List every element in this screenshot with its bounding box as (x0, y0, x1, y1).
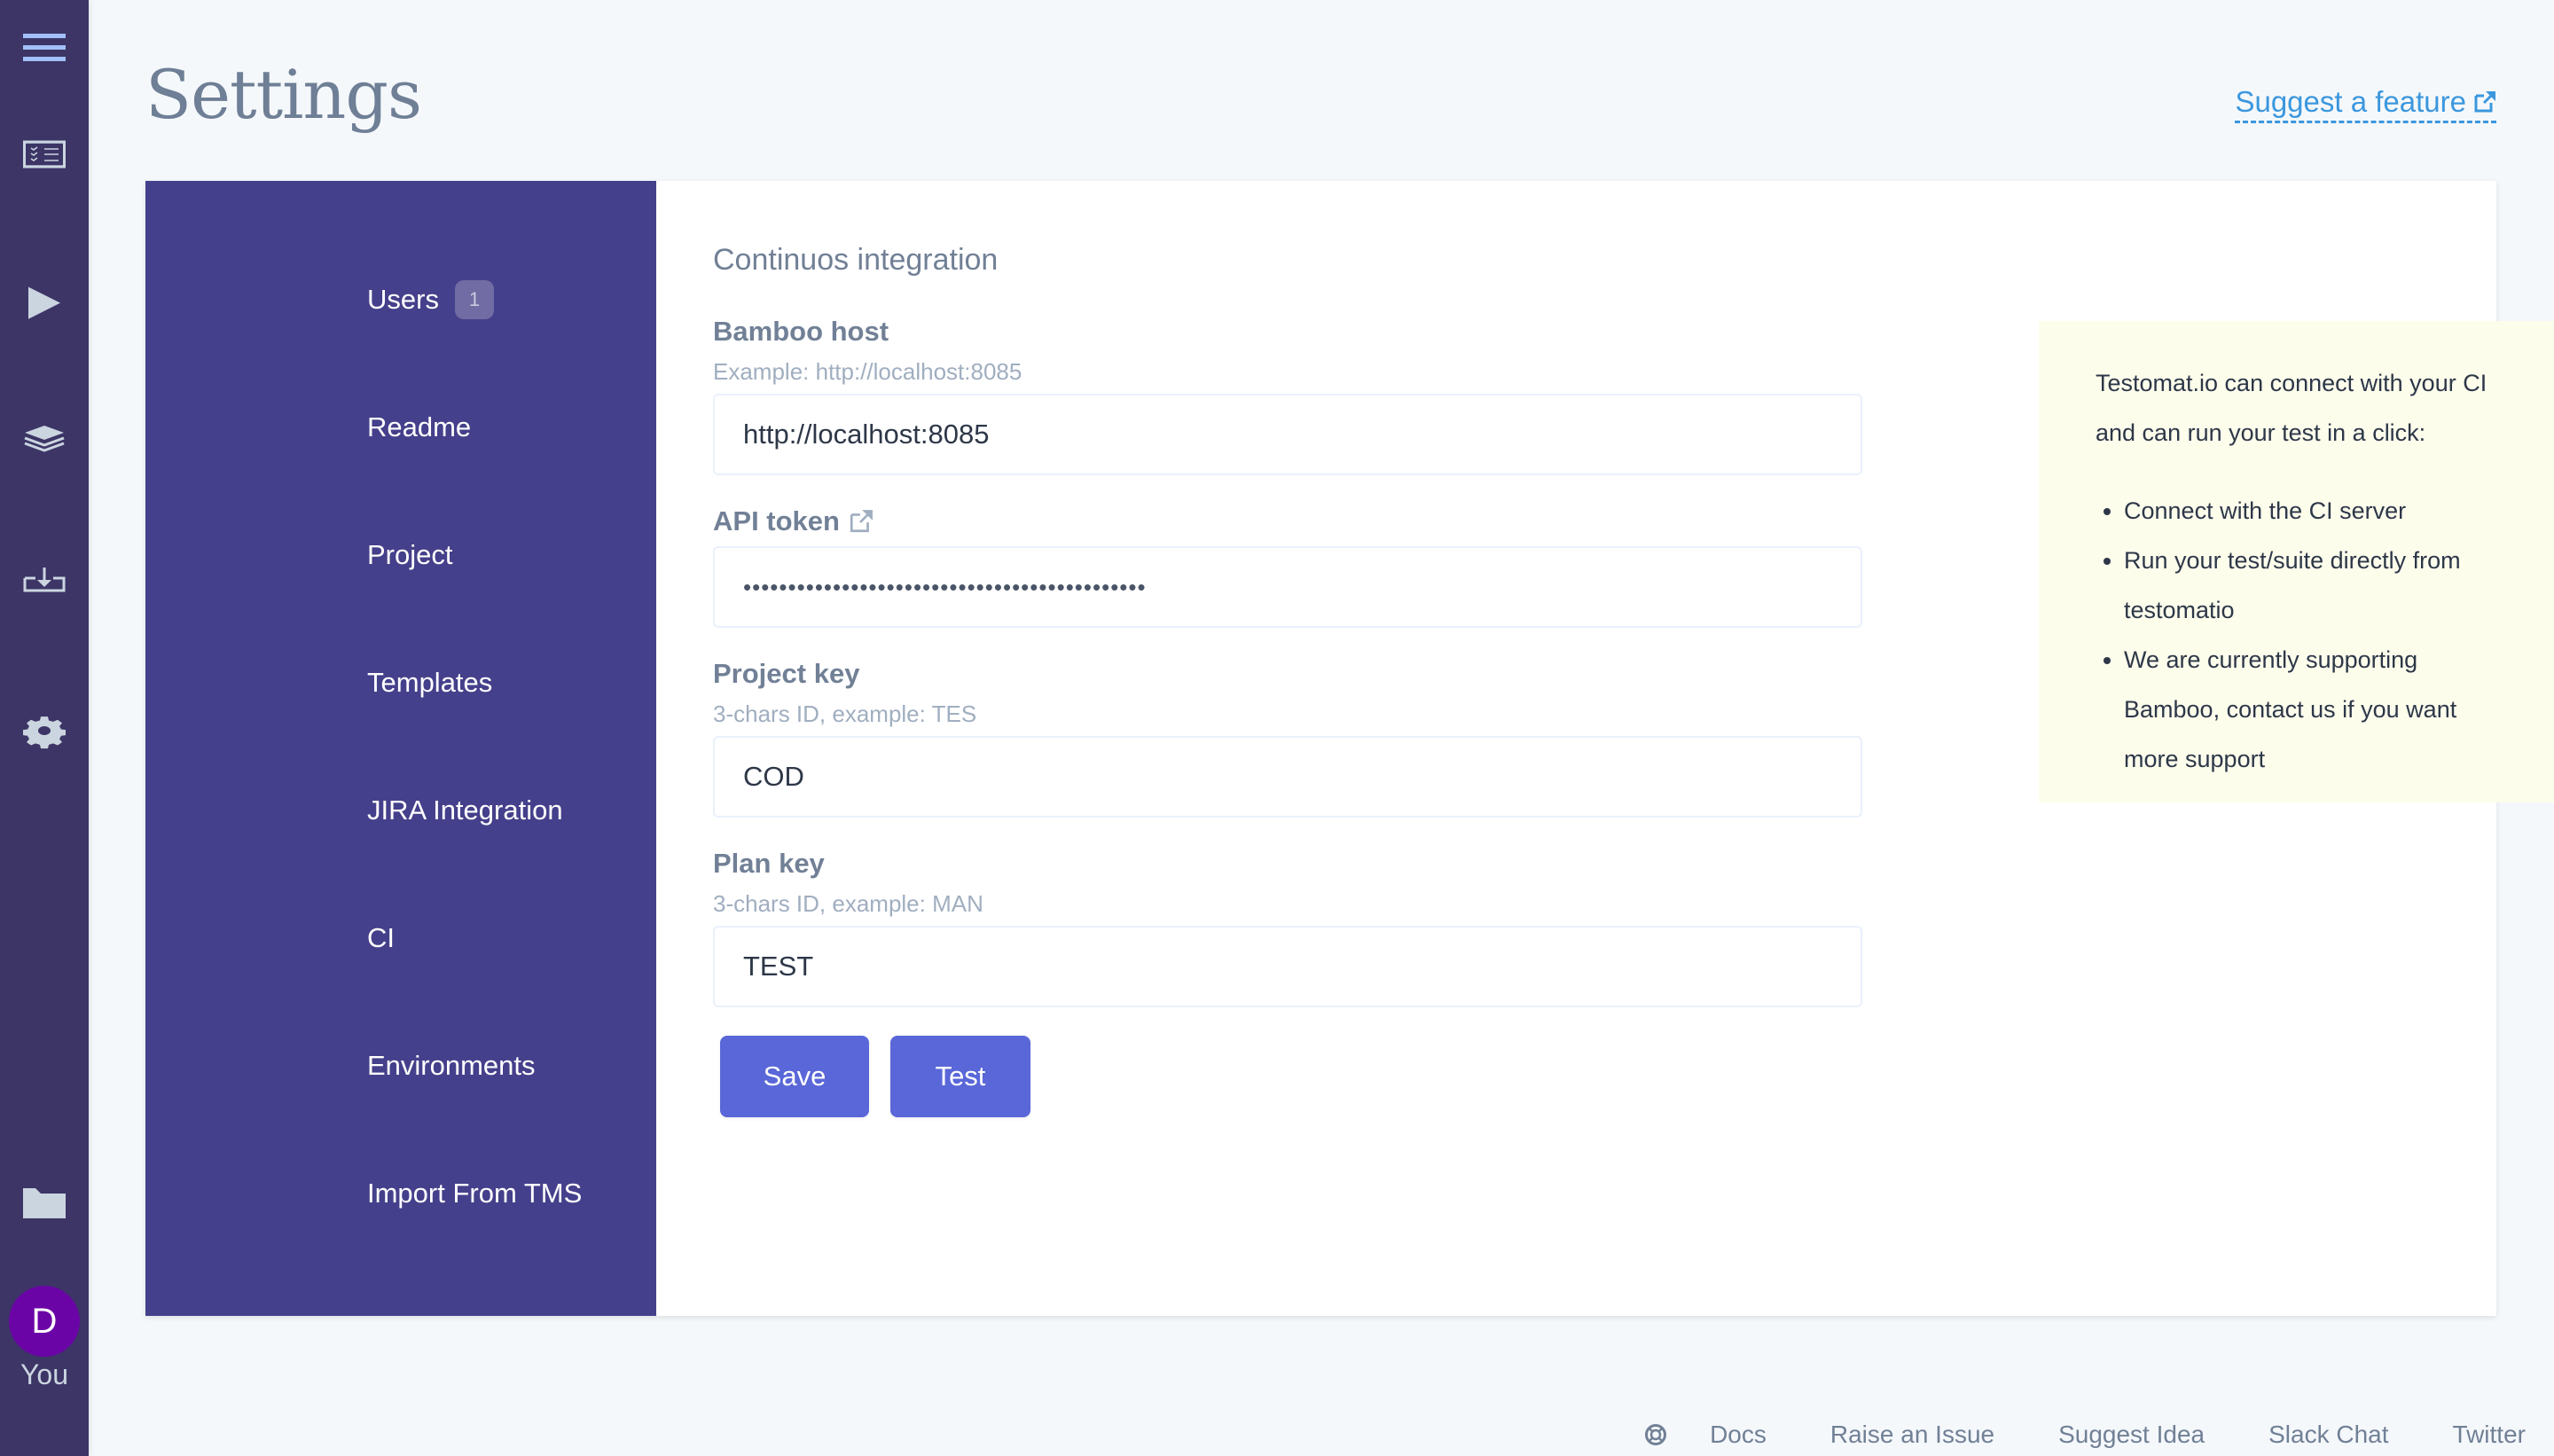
menu-icon[interactable] (23, 30, 66, 73)
runs-play-icon[interactable] (23, 282, 66, 325)
api-token-label: API token (713, 505, 874, 537)
footer-link-twitter[interactable]: Twitter (2453, 1421, 2526, 1449)
bamboo-host-input[interactable] (713, 394, 1862, 475)
avatar[interactable]: D (9, 1286, 80, 1357)
info-bullet: We are currently supporting Bamboo, cont… (2124, 635, 2498, 784)
nav-item-jira-integration[interactable]: JIRA Integration (367, 784, 563, 837)
nav-item-users[interactable]: Users 1 (367, 273, 494, 326)
settings-panel: Users 1 Readme Project Templates JIRA In… (145, 181, 2554, 1316)
section-title: Continuos integration (713, 243, 999, 277)
external-link-icon[interactable] (849, 509, 874, 534)
gear-icon[interactable] (23, 709, 66, 752)
field-label-text: Project key (713, 658, 860, 689)
nav-item-import-from-tms[interactable]: Import From TMS (367, 1167, 582, 1220)
plan-key-hint: 3-chars ID, example: MAN (713, 890, 983, 917)
external-link-icon (2474, 91, 2495, 113)
nav-item-label: JIRA Integration (367, 795, 563, 826)
footer-link-raise-issue[interactable]: Raise an Issue (1830, 1421, 1994, 1449)
nav-item-templates[interactable]: Templates (367, 656, 492, 709)
avatar-initial: D (31, 1301, 58, 1341)
nav-item-environments[interactable]: Environments (367, 1039, 536, 1092)
field-label-text: API token (713, 505, 840, 536)
ci-info-box: Testomat.io can connect with your CI and… (2039, 321, 2554, 802)
api-token-input[interactable] (713, 546, 1862, 628)
ci-settings-form: Continuos integration Bamboo host Exampl… (713, 181, 2554, 1316)
info-bullet: Run your test/suite directly from testom… (2124, 536, 2498, 635)
avatar-label: You (20, 1358, 68, 1390)
field-label-text: Bamboo host (713, 316, 889, 347)
bamboo-host-hint: Example: http://localhost:8085 (713, 358, 1022, 385)
nav-item-label: Templates (367, 667, 493, 698)
page-title: Settings (145, 55, 422, 134)
folder-icon[interactable] (23, 1183, 66, 1225)
nav-item-project[interactable]: Project (367, 528, 452, 582)
info-bullets: Connect with the CI server Run your test… (2096, 486, 2498, 784)
info-intro: Testomat.io can connect with your CI and… (2096, 370, 2487, 446)
footer-link-docs[interactable]: Docs (1710, 1421, 1767, 1449)
nav-item-label: CI (367, 922, 395, 953)
info-bullet: Connect with the CI server (2124, 486, 2498, 536)
plan-key-input[interactable] (713, 926, 1862, 1007)
layers-icon[interactable] (23, 424, 66, 466)
tests-checklist-icon[interactable] (23, 140, 66, 183)
nav-item-readme[interactable]: Readme (367, 401, 471, 454)
suggest-feature-label: Suggest a feature (2235, 85, 2466, 118)
suggest-feature-link[interactable]: Suggest a feature (2235, 85, 2496, 123)
footer: Docs Raise an Issue Suggest Idea Slack C… (1644, 1415, 2526, 1454)
bamboo-host-label: Bamboo host (713, 316, 889, 348)
plan-key-label: Plan key (713, 848, 825, 880)
users-count-badge: 1 (454, 280, 494, 319)
save-button[interactable]: Save (720, 1036, 869, 1117)
project-key-hint: 3-chars ID, example: TES (713, 701, 977, 727)
lifebuoy-icon (1645, 1424, 1667, 1445)
field-label-text: Plan key (713, 848, 825, 879)
test-button[interactable]: Test (890, 1036, 1030, 1117)
nav-item-label: Project (367, 539, 453, 570)
settings-nav: Users 1 Readme Project Templates JIRA In… (145, 181, 656, 1316)
nav-item-label: Environments (367, 1050, 536, 1081)
footer-link-suggest-idea[interactable]: Suggest Idea (2058, 1421, 2205, 1449)
project-key-input[interactable] (713, 736, 1862, 818)
nav-item-label: Readme (367, 411, 472, 442)
import-icon[interactable] (23, 568, 66, 610)
nav-item-label: Users (367, 284, 439, 315)
app-sidebar: D You (0, 0, 89, 1456)
nav-item-ci[interactable]: CI (367, 912, 395, 965)
nav-item-label: Import From TMS (367, 1178, 583, 1209)
project-key-label: Project key (713, 658, 859, 690)
footer-link-slack-chat[interactable]: Slack Chat (2268, 1421, 2388, 1449)
